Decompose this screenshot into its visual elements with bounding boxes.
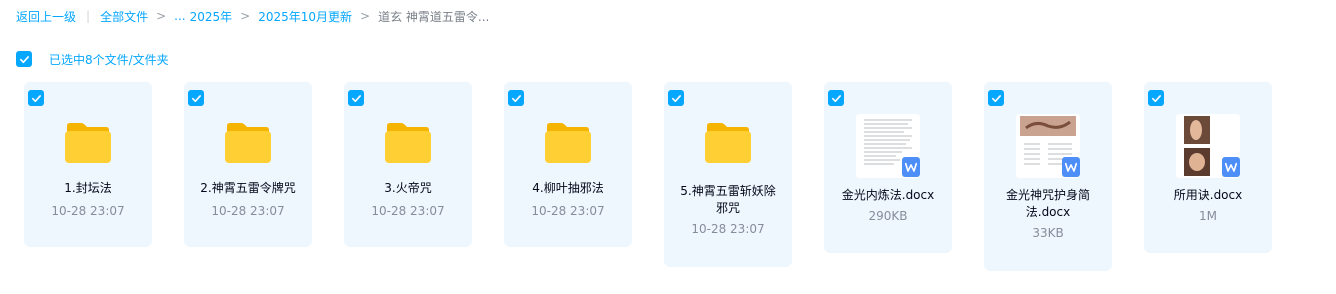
select-all-row: 已选中8个文件/文件夹 (16, 50, 169, 68)
item-meta: 10-28 23:07 (51, 204, 125, 218)
file-card[interactable]: 4.柳叶抽邪法 10-28 23:07 (504, 82, 632, 247)
item-checkbox[interactable] (668, 90, 684, 106)
file-card[interactable]: 1.封坛法 10-28 23:07 (24, 82, 152, 247)
check-icon (671, 94, 681, 102)
crumb-month[interactable]: 2025年10月更新 (258, 8, 352, 25)
item-checkbox[interactable] (508, 90, 524, 106)
wps-word-icon (1062, 157, 1080, 177)
folder-icon (705, 123, 751, 163)
file-card[interactable]: 所用诀.docx 1M (1144, 82, 1272, 253)
item-checkbox[interactable] (988, 90, 1004, 106)
check-icon (351, 94, 361, 102)
item-checkbox[interactable] (828, 90, 844, 106)
check-icon (511, 94, 521, 102)
file-card[interactable]: 3.火帝咒 10-28 23:07 (344, 82, 472, 247)
wps-word-icon (1222, 157, 1240, 177)
item-name[interactable]: 1.封坛法 (28, 180, 148, 197)
select-all-checkbox[interactable] (16, 51, 32, 67)
item-checkbox[interactable] (188, 90, 204, 106)
chevron-right-icon: > (240, 9, 251, 23)
file-card[interactable]: 金光内炼法.docx 290KB (824, 82, 952, 253)
item-meta: 10-28 23:07 (531, 204, 605, 218)
item-name[interactable]: 所用诀.docx (1148, 187, 1268, 204)
selection-count: 已选中8个文件/文件夹 (49, 52, 169, 67)
item-checkbox[interactable] (28, 90, 44, 106)
folder-icon (385, 123, 431, 163)
folder-icon (225, 123, 271, 163)
file-card[interactable]: 5.神霄五雷斩妖除邪咒 10-28 23:07 (664, 82, 792, 267)
breadcrumb: 返回上一级 | 全部文件 > ... 2025年 > 2025年10月更新 > … (16, 6, 489, 26)
item-name[interactable]: 金光内炼法.docx (828, 187, 948, 204)
check-icon (19, 55, 29, 63)
back-link[interactable]: 返回上一级 (16, 8, 76, 25)
item-meta: 10-28 23:07 (691, 222, 765, 236)
item-name[interactable]: 5.神霄五雷斩妖除邪咒 (678, 183, 778, 217)
check-icon (991, 94, 1001, 102)
item-name[interactable]: 2.神霄五雷令牌咒 (188, 180, 308, 197)
file-card[interactable]: 2.神霄五雷令牌咒 10-28 23:07 (184, 82, 312, 247)
item-name[interactable]: 3.火帝咒 (348, 180, 468, 197)
item-meta: 290KB (868, 209, 908, 223)
check-icon (1151, 94, 1161, 102)
crumb-all-files[interactable]: 全部文件 (100, 8, 148, 25)
item-meta: 33KB (1032, 226, 1064, 240)
crumb-year[interactable]: 2025年 (190, 8, 233, 25)
item-meta: 1M (1199, 209, 1217, 223)
chevron-right-icon: > (360, 9, 371, 23)
folder-icon (545, 123, 591, 163)
file-card[interactable]: 金光神咒护身简法.docx 33KB (984, 82, 1112, 271)
check-icon (831, 94, 841, 102)
check-icon (191, 94, 201, 102)
wps-word-icon (902, 157, 920, 177)
folder-icon (65, 123, 111, 163)
crumb-current: 道玄 神霄道五雷令... (378, 9, 490, 24)
chevron-right-icon: > (156, 9, 167, 23)
item-checkbox[interactable] (348, 90, 364, 106)
item-name[interactable]: 4.柳叶抽邪法 (508, 180, 628, 197)
check-icon (31, 94, 41, 102)
crumb-ellipsis[interactable]: ... (174, 9, 185, 23)
item-meta: 10-28 23:07 (211, 204, 285, 218)
divider: | (86, 9, 91, 23)
item-name[interactable]: 金光神咒护身简法.docx (994, 187, 1102, 221)
item-checkbox[interactable] (1148, 90, 1164, 106)
item-meta: 10-28 23:07 (371, 204, 445, 218)
